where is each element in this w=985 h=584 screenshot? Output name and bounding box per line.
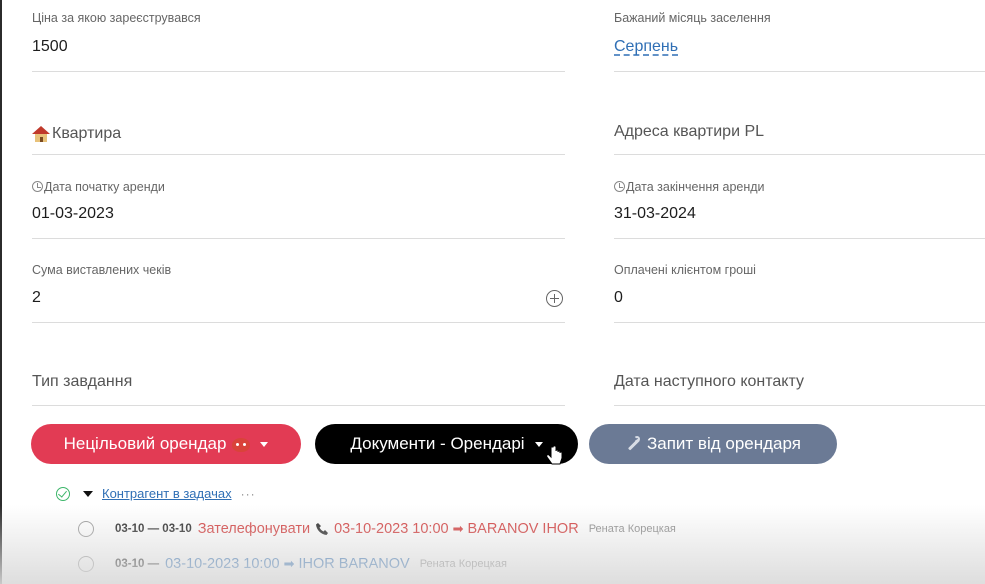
field-task-type[interactable]: Тип завдання bbox=[32, 372, 565, 406]
field-value[interactable]: 31-03-2024 bbox=[614, 204, 985, 224]
tasks-section-header: Контрагент в задачах ··· bbox=[56, 486, 256, 501]
house-icon bbox=[32, 126, 50, 142]
more-options-icon[interactable]: ··· bbox=[241, 487, 256, 501]
task-complete-radio[interactable] bbox=[78, 521, 94, 537]
task-date-range: 03-10 — 03-10 bbox=[115, 523, 192, 535]
field-underline bbox=[32, 405, 565, 406]
apartment-placeholder[interactable]: Квартира bbox=[32, 124, 565, 144]
field-invoices-sum[interactable]: Сума виставлених чеків 2 bbox=[32, 262, 565, 323]
field-value[interactable]: 1500 bbox=[32, 37, 565, 57]
add-plus-icon[interactable] bbox=[546, 290, 563, 307]
right-arrow-icon: ➡ bbox=[452, 521, 464, 536]
field-underline bbox=[614, 71, 985, 72]
field-underline bbox=[32, 154, 565, 155]
task-contact[interactable]: IHOR BARANOV bbox=[299, 556, 410, 572]
check-circle-icon[interactable] bbox=[56, 486, 70, 501]
button-label: Нецільовий орендар bbox=[63, 434, 227, 453]
phone-icon bbox=[315, 523, 329, 535]
field-label: Дата початку аренди bbox=[32, 179, 565, 195]
field-label: Ціна за якою зареєструвався bbox=[32, 11, 201, 25]
task-assignee: Рената Корецкая bbox=[419, 558, 507, 570]
non-target-tenant-button[interactable]: Нецільовий орендар bbox=[31, 424, 301, 464]
field-label: Сума виставлених чеків bbox=[32, 263, 172, 277]
field-value[interactable]: 2 bbox=[32, 288, 565, 308]
field-rent-start[interactable]: Дата початку аренди 01-03-2023 bbox=[32, 179, 565, 239]
field-underline bbox=[614, 405, 985, 406]
task-row[interactable]: 03-10 — 03-10 Зателефонувати 03-10-2023 … bbox=[78, 521, 676, 537]
angry-face-icon bbox=[232, 436, 251, 452]
collapse-triangle-icon[interactable] bbox=[83, 490, 93, 497]
task-date-range: 03-10 — bbox=[115, 558, 160, 570]
field-underline bbox=[614, 238, 985, 239]
task-assignee: Рената Корецкая bbox=[588, 523, 676, 535]
field-underline bbox=[32, 71, 565, 72]
field-underline bbox=[32, 322, 565, 323]
bottom-fade-overlay bbox=[0, 505, 985, 584]
wrench-icon bbox=[625, 436, 641, 452]
clock-icon bbox=[32, 181, 43, 192]
field-label: Дата закінчення аренди bbox=[614, 179, 985, 195]
tenant-request-button[interactable]: Запит від орендаря bbox=[589, 424, 837, 464]
field-label: Бажаний місяць заселення bbox=[614, 11, 771, 25]
field-underline bbox=[614, 322, 985, 323]
field-label: Оплачені клієнтом гроші bbox=[614, 263, 756, 277]
task-complete-radio[interactable] bbox=[78, 556, 94, 572]
task-type-placeholder[interactable]: Тип завдання bbox=[32, 372, 565, 392]
hand-cursor-icon bbox=[546, 445, 563, 465]
field-value[interactable]: 0 bbox=[614, 288, 985, 308]
next-contact-placeholder[interactable]: Дата наступного контакту bbox=[614, 372, 985, 392]
right-arrow-icon: ➡ bbox=[283, 556, 295, 571]
documents-tenants-button[interactable]: Документи - Орендарі bbox=[315, 424, 578, 464]
chevron-down-icon bbox=[260, 441, 269, 447]
field-underline bbox=[32, 238, 565, 239]
button-label: Документи - Орендарі bbox=[350, 434, 525, 453]
chevron-down-icon bbox=[534, 441, 543, 447]
field-underline bbox=[614, 154, 985, 155]
field-next-contact[interactable]: Дата наступного контакту bbox=[614, 372, 985, 406]
task-row[interactable]: 03-10 — 03-10-2023 10:00 ➡ IHOR BARANOV … bbox=[78, 556, 507, 572]
field-paid-by-client[interactable]: Оплачені клієнтом гроші 0 bbox=[614, 262, 985, 323]
window-left-border bbox=[0, 0, 2, 584]
task-datetime[interactable]: 03-10-2023 10:00 bbox=[165, 556, 280, 572]
task-datetime[interactable]: 03-10-2023 10:00 bbox=[334, 521, 449, 537]
desired-month-link[interactable]: Серпень bbox=[614, 37, 985, 57]
task-contact[interactable]: BARANOV IHOR bbox=[468, 521, 579, 537]
tasks-title-link[interactable]: Контрагент в задачах bbox=[102, 486, 232, 501]
task-action[interactable]: Зателефонувати bbox=[198, 521, 310, 537]
field-rent-end[interactable]: Дата закінчення аренди 31-03-2024 bbox=[614, 179, 985, 239]
apartment-label: Квартира bbox=[52, 125, 122, 142]
field-apartment[interactable]: Квартира bbox=[32, 124, 565, 155]
field-desired-month[interactable]: Бажаний місяць заселення Серпень bbox=[614, 10, 985, 72]
field-price-registered[interactable]: Ціна за якою зареєструвався 1500 bbox=[32, 10, 565, 72]
apartment-address-placeholder[interactable]: Адреса квартири PL bbox=[614, 122, 985, 142]
button-label: Запит від орендаря bbox=[647, 434, 801, 453]
clock-icon bbox=[614, 181, 625, 192]
field-apartment-address[interactable]: Адреса квартири PL bbox=[614, 122, 985, 155]
field-value[interactable]: 01-03-2023 bbox=[32, 204, 565, 224]
